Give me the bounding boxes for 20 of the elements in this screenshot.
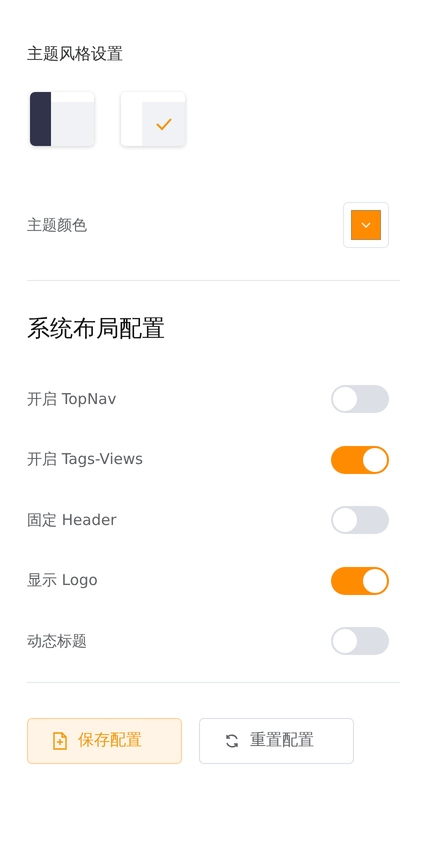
- toggle-switch[interactable]: [331, 506, 389, 534]
- setting-label: 主题颜色: [27, 216, 87, 234]
- setting-label: 固定 Header: [27, 510, 116, 530]
- theme-option[interactable]: [30, 92, 94, 146]
- setting-label: 开启 TopNav: [27, 390, 116, 409]
- section-title: 主题风格设置: [27, 43, 124, 65]
- setting-label: 动态标题: [27, 632, 87, 651]
- toggle-switch[interactable]: [331, 566, 389, 595]
- toggle-switch[interactable]: [331, 446, 389, 474]
- check-icon: [154, 116, 174, 132]
- toggle-switch[interactable]: [331, 627, 389, 656]
- file-plus-icon: [52, 732, 68, 750]
- setting-label: 显示 Logo: [27, 571, 98, 590]
- chevron-down-icon: [360, 221, 372, 229]
- color-picker[interactable]: [343, 202, 389, 248]
- setting-label: 开启 Tags-Views: [27, 450, 143, 470]
- section-title: 系统布局配置: [27, 315, 166, 344]
- reset-button[interactable]: 重置配置: [199, 718, 354, 764]
- toggle-switch[interactable]: [331, 385, 389, 414]
- refresh-icon: [224, 732, 240, 748]
